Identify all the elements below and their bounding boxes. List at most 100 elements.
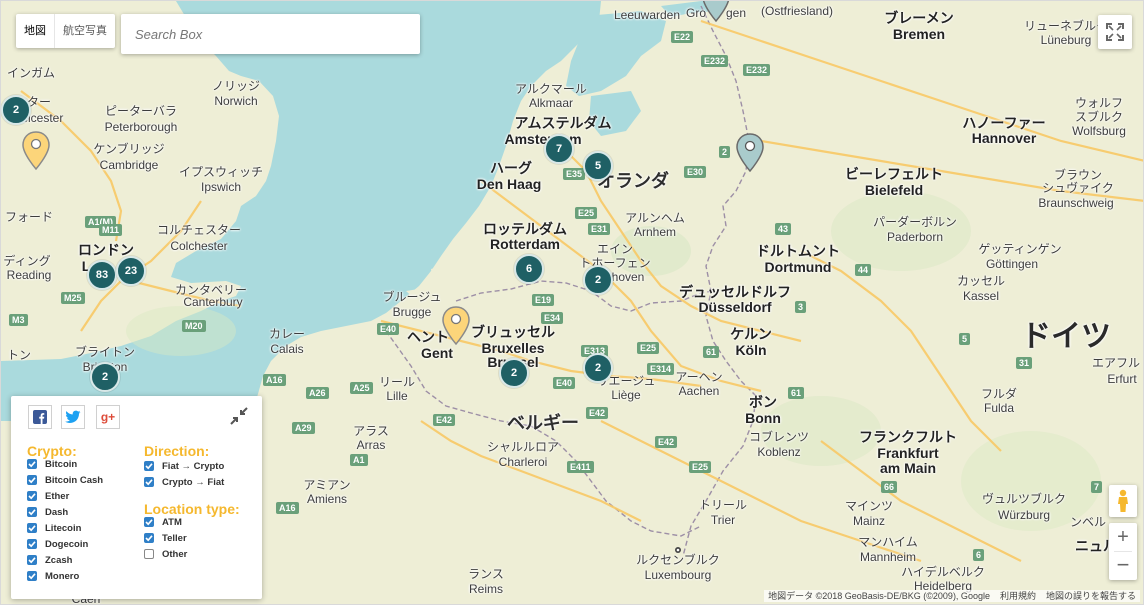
crypto-option[interactable]: Litecoin <box>27 521 81 535</box>
road-shield: E25 <box>575 207 598 219</box>
map-type-satellite[interactable]: 航空写真 <box>55 14 115 48</box>
checkbox[interactable] <box>27 459 37 469</box>
place-label: ブレーメン <box>884 10 954 26</box>
road-shield: 6 <box>973 549 985 561</box>
place-label: Wolfsburg <box>1072 124 1126 138</box>
place-label: Alkmaar <box>528 96 574 110</box>
checkbox[interactable] <box>27 523 37 533</box>
crypto-option[interactable]: Monero <box>27 569 79 583</box>
fullscreen-button[interactable] <box>1098 15 1132 49</box>
location-pin-gray[interactable] <box>701 0 731 23</box>
atm-cluster[interactable]: 2 <box>499 358 529 388</box>
place-label: カレー <box>268 327 306 341</box>
place-label: ブルージュ <box>382 290 442 304</box>
terms-link[interactable]: 利用規約 <box>1000 590 1036 602</box>
place-label: リール <box>378 375 416 389</box>
place-label: ピーターバラ <box>105 104 177 118</box>
atm-cluster[interactable]: 6 <box>514 254 544 284</box>
location-pin-yellow[interactable] <box>441 306 471 346</box>
place-label: アラス <box>353 424 389 438</box>
checkbox[interactable] <box>144 517 154 527</box>
atm-cluster[interactable]: 2 <box>583 353 613 383</box>
facebook-share-button[interactable] <box>28 405 52 429</box>
checkbox[interactable] <box>27 555 37 565</box>
location-pin-yellow[interactable] <box>21 131 51 171</box>
atm-cluster[interactable]: 2 <box>90 362 120 392</box>
report-error-link[interactable]: 地図の誤りを報告する <box>1046 590 1136 602</box>
google-plus-icon: g+ <box>100 410 116 424</box>
facebook-icon <box>33 410 47 424</box>
collapse-icon[interactable] <box>230 407 248 425</box>
checkbox[interactable] <box>144 477 154 487</box>
checkbox[interactable] <box>27 571 37 581</box>
checkbox[interactable] <box>144 461 154 471</box>
location-option[interactable]: Teller <box>144 531 187 545</box>
place-label: トリール <box>698 498 748 512</box>
checkbox[interactable] <box>27 491 37 501</box>
road-shield: 2 <box>719 146 731 158</box>
road-shield: E22 <box>671 31 694 43</box>
atm-cluster[interactable]: 7 <box>544 134 574 164</box>
option-label: ATM <box>162 516 182 528</box>
location-option[interactable]: Other <box>144 547 187 561</box>
place-label: Colchester <box>170 239 228 253</box>
road-shield: E411 <box>567 461 594 473</box>
road-shield: E232 <box>701 55 729 67</box>
google-plus-share-button[interactable]: g+ <box>96 405 120 429</box>
checkbox[interactable] <box>144 549 154 559</box>
road-shield: M20 <box>182 320 206 332</box>
crypto-option[interactable]: Dogecoin <box>27 537 88 551</box>
place-label: am Main <box>879 460 937 476</box>
atm-cluster[interactable]: 2 <box>1 95 31 125</box>
location-pin-gray[interactable] <box>735 133 765 173</box>
place-label: Lille <box>386 389 408 403</box>
zoom-in-button[interactable]: + <box>1109 523 1137 551</box>
place-label: Dortmund <box>764 259 832 275</box>
street-view-button[interactable] <box>1109 485 1137 517</box>
atm-cluster[interactable]: 5 <box>583 151 613 181</box>
option-label: Zcash <box>45 554 73 566</box>
atm-cluster[interactable]: 83 <box>87 260 117 290</box>
place-label: Düsseldorf <box>698 299 772 315</box>
search-input[interactable] <box>121 14 420 54</box>
map-type-roadmap[interactable]: 地図 <box>16 14 55 48</box>
place-label: Luxembourg <box>644 568 712 582</box>
crypto-option[interactable]: Zcash <box>27 553 72 567</box>
direction-option[interactable]: Crypto → Fiat <box>144 475 224 489</box>
place-label: ハーグ <box>490 160 532 176</box>
place-label: (Ostfriesland) <box>760 4 834 18</box>
place-label: インガム <box>6 66 56 80</box>
atm-cluster[interactable]: 2 <box>583 265 613 295</box>
option-label: Dogecoin <box>45 538 89 550</box>
place-label: Lüneburg <box>1040 33 1092 47</box>
option-label: Other <box>162 548 188 560</box>
place-label: Arras <box>356 438 386 452</box>
place-label: ノリッジ <box>211 79 261 93</box>
zoom-control: + − <box>1109 523 1137 580</box>
location-option[interactable]: ATM <box>144 515 182 529</box>
place-label: Den Haag <box>476 176 542 192</box>
road-shield: 31 <box>1016 357 1033 369</box>
place-label: hoven <box>611 270 645 284</box>
place-label: ハノーファー <box>962 115 1046 131</box>
checkbox[interactable] <box>27 507 37 517</box>
checkbox[interactable] <box>27 475 37 485</box>
crypto-option[interactable]: Ether <box>27 489 69 503</box>
direction-option[interactable]: Fiat → Crypto <box>144 459 224 473</box>
place-label: Mannheim <box>859 550 917 564</box>
place-label: Kassel <box>962 289 1000 303</box>
place-label: アルンヘム <box>625 211 685 225</box>
crypto-option[interactable]: Bitcoin Cash <box>27 473 103 487</box>
road-shield: E30 <box>684 166 707 178</box>
road-shield: 43 <box>775 223 792 235</box>
atm-cluster[interactable]: 23 <box>116 256 146 286</box>
twitter-share-button[interactable] <box>61 405 85 429</box>
checkbox[interactable] <box>27 539 37 549</box>
crypto-option[interactable]: Dash <box>27 505 68 519</box>
checkbox[interactable] <box>144 533 154 543</box>
crypto-option[interactable]: Bitcoin <box>27 457 77 471</box>
place-label: Reims <box>468 582 504 596</box>
option-label: Fiat → Crypto <box>162 460 225 472</box>
zoom-out-button[interactable]: − <box>1109 551 1137 579</box>
road-shield: E314 <box>647 363 675 375</box>
